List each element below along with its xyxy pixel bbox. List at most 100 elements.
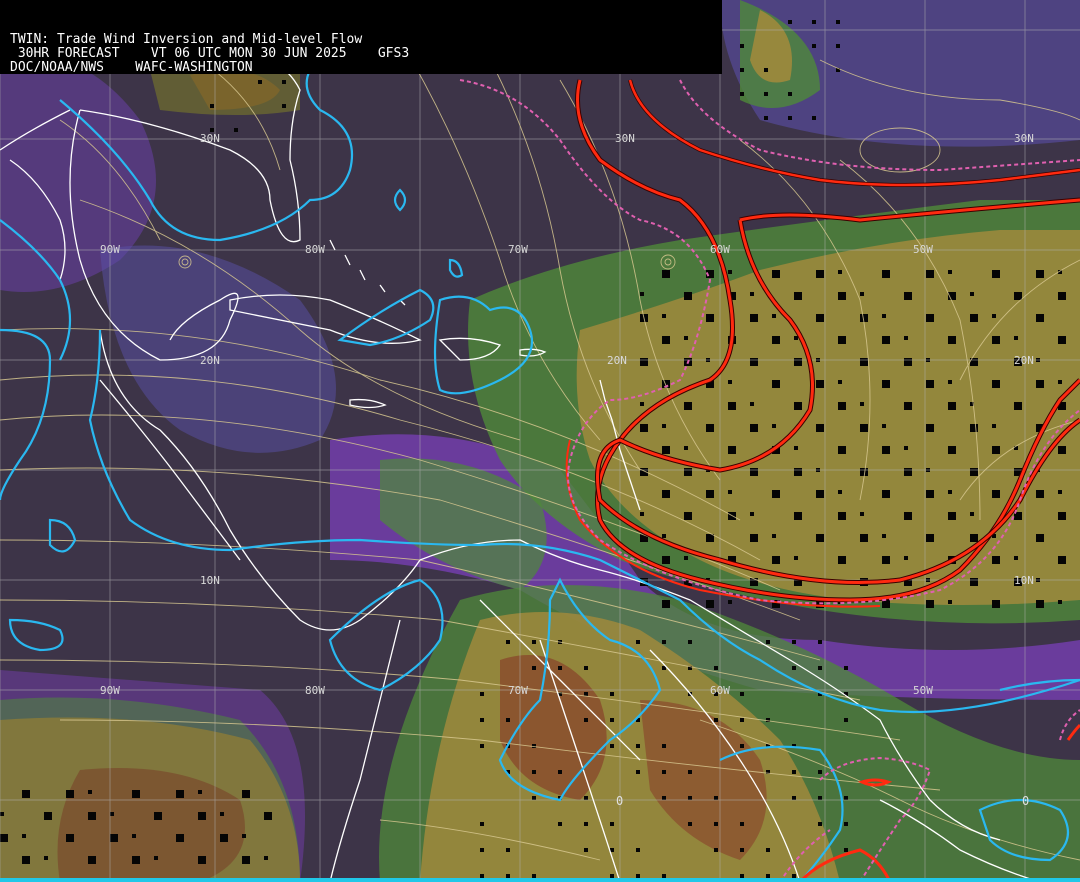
inversion-marker — [882, 600, 890, 608]
inversion-marker — [818, 796, 822, 800]
inversion-marker — [706, 424, 714, 432]
inversion-marker — [750, 402, 754, 406]
inversion-marker — [198, 790, 202, 794]
inversion-marker — [584, 692, 588, 696]
inversion-marker — [242, 834, 246, 838]
inversion-marker — [154, 856, 158, 860]
inversion-marker — [926, 600, 934, 608]
inversion-marker — [926, 424, 934, 432]
bottom-border-bar — [0, 878, 1080, 882]
inversion-marker — [970, 512, 974, 516]
inversion-marker — [728, 402, 736, 410]
inversion-marker — [740, 68, 744, 72]
inversion-marker — [662, 640, 666, 644]
inversion-marker — [926, 270, 934, 278]
inversion-marker — [1036, 270, 1044, 278]
lon-label: 50W — [913, 684, 933, 697]
inversion-marker — [684, 468, 692, 476]
inversion-marker — [882, 336, 890, 344]
inversion-marker — [992, 336, 1000, 344]
inversion-marker — [794, 512, 802, 520]
inversion-marker — [480, 744, 484, 748]
inversion-marker — [480, 718, 484, 722]
map-canvas: 30N 30N 30N 20N 20N 20N 10N 10N 90W 80W … — [0, 0, 1080, 882]
inversion-marker — [688, 640, 692, 644]
inversion-marker — [844, 796, 848, 800]
lat-label: 20N — [200, 354, 220, 367]
inversion-marker — [844, 666, 848, 670]
twin-forecast-map: 30N 30N 30N 20N 20N 20N 10N 10N 90W 80W … — [0, 0, 1080, 882]
inversion-marker — [198, 856, 206, 864]
inversion-marker — [1014, 556, 1018, 560]
inversion-marker — [220, 834, 228, 842]
inversion-marker — [794, 358, 802, 366]
inversion-marker — [88, 790, 92, 794]
inversion-marker — [242, 856, 250, 864]
inversion-marker — [740, 92, 744, 96]
inversion-marker — [844, 848, 848, 852]
inversion-marker — [970, 292, 974, 296]
inversion-marker — [860, 358, 868, 366]
inversion-marker — [88, 856, 96, 864]
lon-label: 50W — [913, 243, 933, 256]
lon-label: 90W — [100, 684, 120, 697]
inversion-marker — [882, 534, 886, 538]
inversion-marker — [728, 490, 732, 494]
inversion-marker — [992, 490, 1000, 498]
lat-label: 20N — [607, 354, 627, 367]
inversion-marker — [926, 534, 934, 542]
inversion-marker — [1058, 600, 1062, 604]
inversion-marker — [0, 812, 4, 816]
inversion-marker — [110, 834, 118, 842]
inversion-marker — [714, 822, 718, 826]
inversion-marker — [1036, 314, 1044, 322]
inversion-marker — [948, 600, 952, 604]
inversion-marker — [882, 446, 890, 454]
inversion-marker — [844, 718, 848, 722]
inversion-marker — [532, 666, 536, 670]
inversion-marker — [640, 402, 644, 406]
inversion-marker — [764, 116, 768, 120]
inversion-marker — [1014, 336, 1018, 340]
lat-label: 20N — [1014, 354, 1034, 367]
inversion-marker — [198, 812, 206, 820]
inversion-marker — [750, 424, 758, 432]
inversion-marker — [714, 718, 718, 722]
inversion-marker — [992, 556, 1000, 564]
inversion-marker — [948, 512, 956, 520]
inversion-marker — [662, 446, 670, 454]
lon-label: 90W — [100, 243, 120, 256]
inversion-marker — [636, 744, 640, 748]
inversion-marker — [992, 424, 996, 428]
inversion-marker — [792, 770, 796, 774]
inversion-marker — [706, 490, 714, 498]
inversion-marker — [926, 314, 934, 322]
inversion-marker — [750, 314, 758, 322]
inversion-marker — [44, 812, 52, 820]
inversion-marker — [714, 796, 718, 800]
inversion-marker — [816, 380, 824, 388]
inversion-marker — [176, 790, 184, 798]
inversion-marker — [926, 490, 934, 498]
inversion-marker — [860, 292, 864, 296]
inversion-marker — [662, 600, 670, 608]
inversion-marker — [662, 424, 666, 428]
lat-label: 30N — [200, 132, 220, 145]
inversion-marker — [948, 270, 952, 274]
inversion-marker — [1036, 534, 1044, 542]
inversion-marker — [282, 104, 286, 108]
inversion-marker — [764, 92, 768, 96]
inversion-marker — [662, 270, 670, 278]
inversion-marker — [816, 314, 824, 322]
inversion-marker — [480, 822, 484, 826]
inversion-marker — [904, 292, 912, 300]
inversion-marker — [992, 600, 1000, 608]
inversion-marker — [610, 718, 614, 722]
inversion-marker — [264, 812, 272, 820]
inversion-marker — [728, 600, 732, 604]
inversion-marker — [772, 270, 780, 278]
inversion-marker — [948, 490, 952, 494]
inversion-marker — [110, 812, 114, 816]
inversion-marker — [838, 270, 842, 274]
inversion-marker — [750, 512, 754, 516]
